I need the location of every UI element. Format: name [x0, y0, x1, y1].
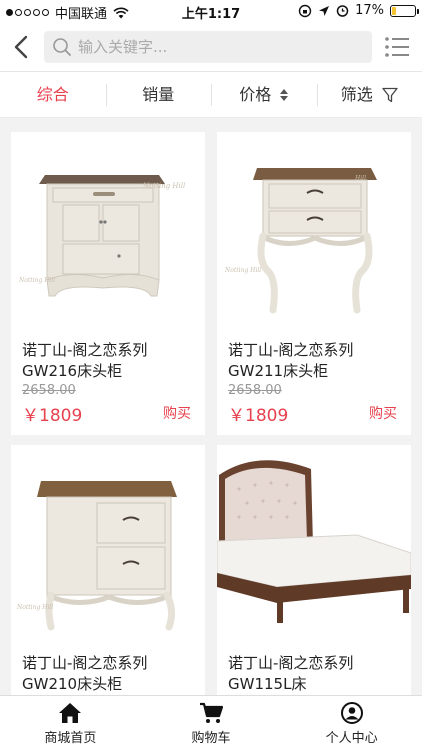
- cart-icon: [200, 702, 223, 723]
- nav-cart[interactable]: 购物车: [141, 696, 282, 750]
- search-icon: [53, 38, 71, 56]
- nav-label: 购物车: [191, 731, 231, 746]
- product-grid: Notting Hill Notting Hill 诺丁山-阁之恋系列GW216…: [0, 130, 422, 695]
- nav-label: 商城首页: [44, 731, 97, 746]
- buy-button[interactable]: 购买: [163, 403, 191, 423]
- product-image-nightstand[interactable]: Notting Hill Notting Hill: [11, 132, 205, 326]
- product-card[interactable]: Notting Hill Notting Hill 诺丁山-阁之恋系列GW216…: [11, 132, 205, 435]
- location-icon: [319, 5, 330, 16]
- tab-label: 销量: [142, 84, 175, 104]
- svg-text:Notting Hill: Notting Hill: [18, 277, 55, 284]
- product-image-bed[interactable]: [217, 445, 411, 639]
- alarm-icon: [336, 5, 349, 17]
- sort-updown-icon: [280, 89, 289, 101]
- original-price: 2658.00: [228, 383, 282, 398]
- tab-label: 综合: [36, 84, 69, 104]
- tab-price[interactable]: 价格: [211, 72, 317, 118]
- product-card[interactable]: Notting Hill 诺丁山-阁之恋系列GW210床头柜: [11, 445, 205, 695]
- product-image-nightstand[interactable]: Notting Hill Hill: [217, 132, 411, 326]
- nav-label: 个人中心: [325, 731, 378, 746]
- sort-tabs: 综合 销量 价格 筛选: [0, 72, 422, 118]
- svg-text:Notting Hill: Notting Hill: [142, 182, 185, 190]
- rotation-lock-icon: [298, 4, 312, 17]
- back-chevron-icon[interactable]: [10, 34, 34, 60]
- user-icon: [340, 702, 363, 724]
- svg-text:Hill: Hill: [354, 175, 366, 182]
- search-input[interactable]: [78, 38, 358, 56]
- battery-icon: [390, 4, 419, 17]
- status-bar: 中国联通 上午1:17 17%: [0, 0, 422, 22]
- filter-icon: [382, 87, 398, 103]
- bottom-navigation: 商城首页 购物车 个人中心: [0, 695, 422, 750]
- product-card[interactable]: Notting Hill Hill 诺丁山-阁之恋系列GW211床头柜 2658…: [217, 132, 411, 435]
- nav-home[interactable]: 商城首页: [0, 696, 141, 750]
- sale-price: ￥1809: [22, 406, 83, 426]
- original-price: 2658.00: [22, 383, 76, 398]
- status-right: 17%: [298, 3, 419, 18]
- tab-sales[interactable]: 销量: [105, 72, 212, 118]
- battery-percent: 17%: [355, 3, 384, 18]
- tab-filter[interactable]: 筛选: [316, 72, 422, 118]
- product-name[interactable]: 诺丁山-阁之恋系列GW210床头柜: [22, 653, 200, 695]
- product-name[interactable]: 诺丁山-阁之恋系列GW216床头柜: [22, 340, 200, 382]
- product-card[interactable]: 诺丁山-阁之恋系列GW115L床: [217, 445, 411, 695]
- home-icon: [59, 703, 82, 723]
- svg-text:Notting Hill: Notting Hill: [16, 604, 53, 611]
- search-box[interactable]: [44, 31, 372, 63]
- tab-comprehensive[interactable]: 综合: [0, 72, 106, 118]
- product-name[interactable]: 诺丁山-阁之恋系列GW211床头柜: [228, 340, 406, 382]
- svg-text:Notting Hill: Notting Hill: [224, 267, 261, 274]
- sale-price: ￥1809: [228, 406, 289, 426]
- tab-label: 价格: [239, 84, 272, 104]
- product-image-nightstand[interactable]: Notting Hill: [11, 445, 205, 639]
- nav-profile[interactable]: 个人中心: [281, 696, 422, 750]
- product-name[interactable]: 诺丁山-阁之恋系列GW115L床: [228, 653, 406, 695]
- tab-label: 筛选: [340, 84, 373, 104]
- buy-button[interactable]: 购买: [369, 403, 397, 423]
- list-menu-icon[interactable]: [384, 36, 410, 58]
- search-header: [0, 22, 422, 72]
